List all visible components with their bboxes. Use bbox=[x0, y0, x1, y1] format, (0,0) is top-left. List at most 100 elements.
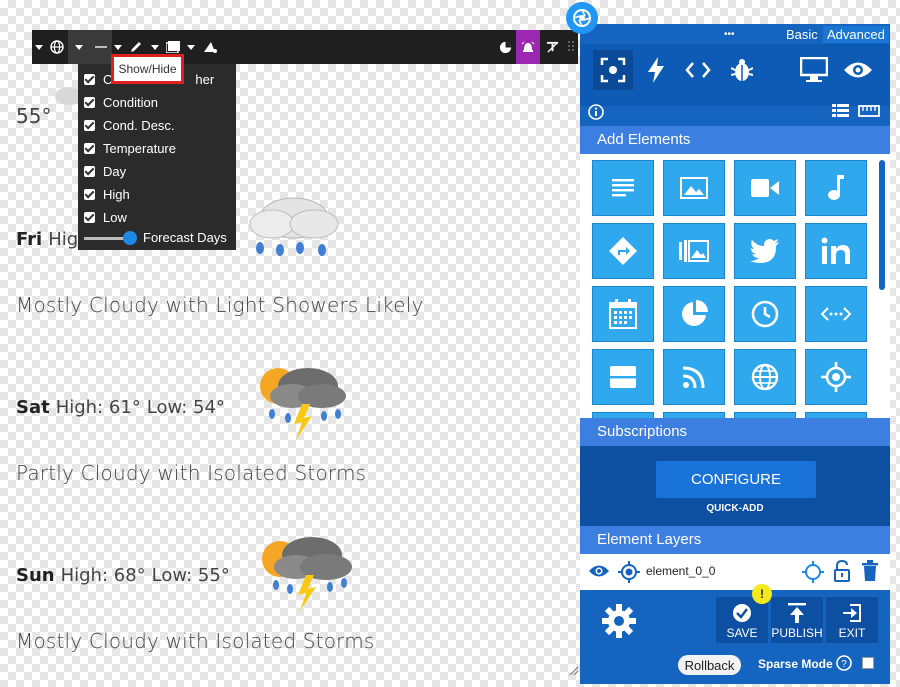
dropdown-item-label-tail: her bbox=[195, 71, 215, 87]
add-linkedin-button[interactable] bbox=[805, 223, 867, 279]
add-audio-button[interactable] bbox=[805, 160, 867, 216]
info-button[interactable] bbox=[588, 104, 604, 125]
dropdown-item-condition[interactable]: Condition bbox=[84, 93, 158, 111]
forecast-sun-desc: Mostly Cloudy with Isolated Storms bbox=[16, 629, 375, 653]
globe-button[interactable] bbox=[46, 30, 68, 64]
eye-icon[interactable] bbox=[588, 564, 610, 578]
calendar-icon bbox=[609, 299, 637, 329]
exit-button[interactable]: EXIT bbox=[826, 597, 878, 643]
rollback-button[interactable]: Rollback bbox=[678, 655, 741, 675]
unlock-icon[interactable] bbox=[834, 560, 850, 582]
drag-handle[interactable] bbox=[564, 30, 578, 64]
globe-icon bbox=[751, 363, 779, 391]
eye-icon bbox=[844, 62, 872, 78]
add-text-button[interactable] bbox=[592, 160, 654, 216]
forecast-low: Low: 55° bbox=[151, 565, 230, 586]
chart-button[interactable] bbox=[494, 30, 516, 64]
forecast-days-slider-thumb[interactable] bbox=[123, 231, 137, 245]
crosshair-icon[interactable] bbox=[802, 561, 824, 583]
list-icon bbox=[832, 104, 849, 117]
add-elements-grid bbox=[580, 154, 890, 418]
checkbox-checked[interactable] bbox=[84, 188, 95, 200]
forecast-high: High: 61° bbox=[55, 397, 141, 418]
target-icon[interactable] bbox=[618, 561, 640, 583]
configure-button[interactable]: CONFIGURE bbox=[656, 461, 816, 498]
add-image-button[interactable] bbox=[663, 160, 725, 216]
divider-button[interactable] bbox=[90, 30, 112, 64]
preview-desktop-button[interactable] bbox=[794, 50, 834, 90]
list-view-button[interactable] bbox=[832, 104, 849, 123]
pen-icon bbox=[131, 42, 141, 52]
forecast-low: Low: 54° bbox=[146, 397, 225, 418]
ruler-button[interactable] bbox=[858, 104, 880, 122]
checkbox-checked[interactable] bbox=[84, 119, 95, 131]
help-icon[interactable]: ? bbox=[836, 655, 852, 671]
dropdown-item-temperature[interactable]: Temperature bbox=[84, 139, 176, 157]
add-divider-button[interactable] bbox=[592, 349, 654, 405]
add-rss-button[interactable] bbox=[663, 349, 725, 405]
forecast-fri-desc: Mostly Cloudy with Light Showers Likely bbox=[16, 293, 424, 317]
globe-icon bbox=[50, 40, 64, 54]
dropdown-item-high[interactable]: High bbox=[84, 185, 130, 203]
dropdown-item-label: Low bbox=[103, 209, 127, 225]
subscriptions-header[interactable]: Subscriptions bbox=[580, 418, 890, 446]
code-button[interactable] bbox=[678, 50, 718, 90]
checkbox-checked[interactable] bbox=[84, 96, 95, 108]
dropdown-item-low[interactable]: Low bbox=[84, 208, 127, 226]
layer-row[interactable]: element_0_0 bbox=[580, 554, 890, 590]
add-web-page-button[interactable] bbox=[734, 349, 796, 405]
select-mode-button[interactable] bbox=[593, 50, 633, 90]
trash-icon[interactable] bbox=[862, 560, 878, 582]
add-elements-header[interactable]: Add Elements bbox=[580, 126, 890, 154]
gear-icon[interactable] bbox=[602, 604, 636, 638]
camera-shutter-button[interactable] bbox=[566, 2, 598, 34]
sparse-mode-checkbox[interactable] bbox=[862, 657, 874, 669]
add-calendar-button[interactable] bbox=[592, 286, 654, 342]
add-clock-button[interactable] bbox=[734, 286, 796, 342]
slider-fill bbox=[84, 237, 125, 240]
show-hide-button[interactable] bbox=[68, 30, 90, 64]
debug-button[interactable] bbox=[722, 50, 762, 90]
fill-button[interactable] bbox=[198, 30, 222, 64]
dropdown-item-label: Temperature bbox=[103, 140, 176, 156]
add-embed-button[interactable] bbox=[805, 286, 867, 342]
add-location-button[interactable] bbox=[805, 349, 867, 405]
dropdown-item-cond-desc[interactable]: Cond. Desc. bbox=[84, 116, 175, 134]
forecast-day: Fri bbox=[16, 229, 43, 250]
add-directions-button[interactable] bbox=[592, 223, 654, 279]
ruler-icon bbox=[858, 105, 880, 117]
add-gallery-button[interactable] bbox=[663, 223, 725, 279]
unsaved-badge: ! bbox=[752, 584, 772, 604]
more-options-dots[interactable]: ••• bbox=[720, 26, 739, 43]
actions-button[interactable] bbox=[636, 50, 676, 90]
add-video-button[interactable] bbox=[734, 160, 796, 216]
info-icon bbox=[588, 104, 604, 120]
add-chart-button[interactable] bbox=[663, 286, 725, 342]
elements-scrollbar[interactable] bbox=[879, 160, 885, 290]
alert-button[interactable] bbox=[516, 30, 540, 64]
dropdown-item-day[interactable]: Day bbox=[84, 162, 126, 180]
sparse-mode-label: Sparse Mode bbox=[758, 657, 833, 671]
twitter-bird-icon bbox=[750, 239, 779, 263]
clear-format-button[interactable] bbox=[540, 30, 564, 64]
layer-name: element_0_0 bbox=[646, 564, 716, 578]
tab-advanced[interactable]: Advanced bbox=[823, 26, 889, 43]
resize-grip-icon[interactable] bbox=[568, 665, 578, 675]
move-dropdown[interactable] bbox=[32, 30, 46, 64]
quick-add-link[interactable]: QUICK-ADD bbox=[580, 503, 890, 514]
code-icon bbox=[685, 62, 711, 78]
editor-panel: ••• Basic Advanced Add Elements Subscrip… bbox=[580, 24, 890, 684]
add-twitter-button[interactable] bbox=[734, 223, 796, 279]
directions-sign-icon bbox=[609, 237, 637, 265]
visibility-button[interactable] bbox=[838, 50, 878, 90]
checkbox-checked[interactable] bbox=[84, 211, 95, 223]
checkbox-checked[interactable] bbox=[84, 142, 95, 154]
tab-basic[interactable]: Basic bbox=[782, 26, 822, 43]
focus-frame-icon bbox=[600, 57, 626, 83]
gallery-icon bbox=[679, 240, 709, 262]
element-layers-header[interactable]: Element Layers bbox=[580, 526, 890, 554]
checkbox-checked[interactable] bbox=[84, 73, 95, 85]
publish-button[interactable]: PUBLISH bbox=[771, 597, 823, 643]
checkbox-checked[interactable] bbox=[84, 165, 95, 177]
fill-dropdown[interactable] bbox=[184, 30, 198, 64]
